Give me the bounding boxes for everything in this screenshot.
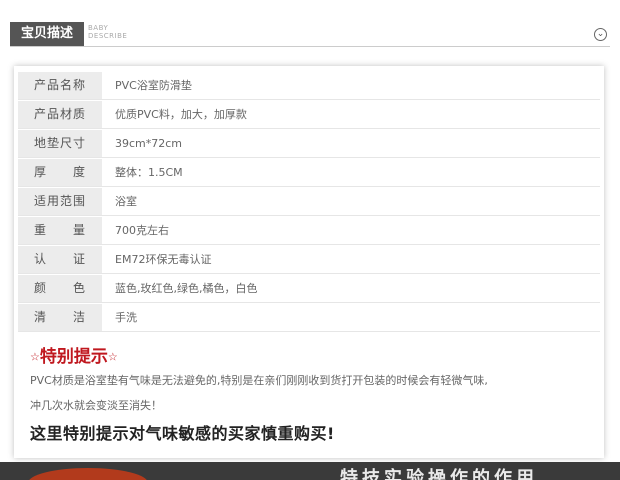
product-spec-card: 产品名称 PVC浴室防滑垫 产品材质 优质PVC料，加大，加厚款 地垫尺寸 39cm*72… [14, 66, 604, 458]
notice-title-text: 特别提示 [39, 347, 108, 367]
spec-label: 地垫尺寸 [18, 130, 102, 157]
notice-body-line-2: 冲几次水就会变淡至消失！ [30, 399, 162, 412]
star-icon: ☆ [30, 350, 40, 364]
spec-value: 浴室 [115, 195, 137, 208]
bottom-banner: 特技实验操作的作用 [0, 462, 620, 480]
spec-row: 清 洁手洗 [18, 304, 600, 332]
spec-value: 手洗 [115, 311, 137, 324]
spec-value: PVC浴室防滑垫 [115, 79, 192, 92]
spec-label: 清 洁 [18, 304, 102, 331]
star-icon: ☆ [107, 350, 118, 364]
spec-value: 700克左右 [115, 224, 169, 237]
subtitle-line-2: DESCRIBE [88, 32, 128, 40]
spec-row: 重 量 700克左右 [18, 217, 600, 245]
spec-row: 适用范围 浴室 [18, 188, 600, 216]
spec-value: 优质PVC料，加大，加厚款 [115, 108, 247, 121]
spec-label: 适用范围 [18, 188, 102, 215]
spec-label: 认 证 [18, 246, 102, 273]
chevron-down-icon[interactable]: ⌄ [594, 28, 607, 41]
notice-title: ☆特别提示☆ [30, 342, 118, 367]
section-title-tab: 宝贝描述 [10, 22, 84, 46]
spec-value: 整体：1.5CM [115, 166, 183, 179]
spec-row: 产品材质 优质PVC料，加大，加厚款 [18, 101, 600, 129]
notice-warning: 这里特别提示对气味敏感的买家慎重购买! [30, 424, 335, 443]
spec-label: 产品名称 [18, 72, 102, 99]
subtitle-line-1: BABY [88, 24, 109, 32]
spec-label: 重 量 [18, 217, 102, 244]
notice-body-line-1: PVC材质是浴室垫有气味是无法避免的,特别是在亲们刚刚收到货打开包装的时候会有轻… [30, 374, 488, 387]
spec-label: 颜 色 [18, 275, 102, 302]
spec-row: 认 证 EM72环保无毒认证 [18, 246, 600, 274]
spec-row: 颜 色蓝色,玫红色,绿色,橘色，白色 [18, 275, 600, 303]
spec-value: 蓝色,玫红色,绿色,橘色，白色 [115, 282, 258, 295]
section-subtitle-en: BABY DESCRIBE [88, 24, 127, 40]
banner-heading: 特技实验操作的作用 [340, 468, 538, 480]
spec-label: 厚 度 [18, 159, 102, 186]
spec-row: 产品名称 PVC浴室防滑垫 [18, 72, 600, 100]
section-header: 宝贝描述 BABY DESCRIBE ⌄ [0, 0, 620, 52]
spec-row: 厚 度整体：1.5CM [18, 159, 600, 187]
spec-value: EM72环保无毒认证 [115, 253, 212, 266]
spec-row: 地垫尺寸 39cm*72cm [18, 130, 600, 158]
header-divider [10, 46, 610, 47]
spec-label: 产品材质 [18, 101, 102, 128]
spec-value: 39cm*72cm [115, 137, 183, 150]
banner-product-image [28, 468, 148, 480]
